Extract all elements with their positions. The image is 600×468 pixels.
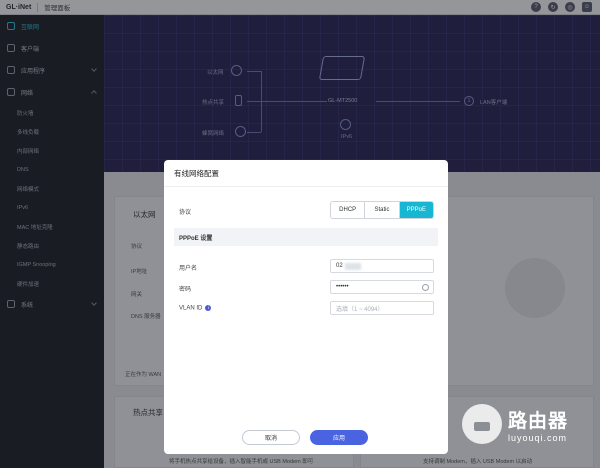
section-title: PPPoE 设置 [179, 235, 213, 242]
password-input[interactable]: •••••• [330, 280, 434, 294]
username-input[interactable]: 02 [330, 259, 434, 273]
protocol-static-button[interactable]: Static [365, 202, 400, 218]
wired-config-dialog: 有线网络配置 协议 DHCP Static PPPoE PPPoE 设置 用户名… [164, 160, 448, 454]
dialog-header: 有线网络配置 [164, 160, 448, 187]
dialog-title: 有线网络配置 [174, 168, 219, 178]
apply-button[interactable]: 应用 [310, 430, 368, 445]
password-label: 密码 [179, 287, 192, 293]
watermark-text: 路由器 luyouqi.com [508, 406, 568, 443]
watermark-url: luyouqi.com [508, 432, 568, 443]
eye-icon[interactable] [422, 284, 429, 291]
router-logo-icon [462, 404, 502, 444]
pppoe-section-header: PPPoE 设置 [174, 228, 438, 246]
username-value: 02 [336, 263, 343, 269]
protocol-pppoe-button[interactable]: PPPoE [399, 202, 433, 218]
protocol-label: 协议 [179, 210, 192, 216]
cancel-button[interactable]: 取消 [242, 430, 300, 445]
vlan-placeholder: 选填（1 ~ 4094） [336, 306, 384, 313]
watermark-title: 路由器 [508, 410, 569, 432]
password-value: •••••• [336, 284, 349, 290]
watermark: 路由器 luyouqi.com [462, 404, 568, 444]
info-icon[interactable]: i [205, 305, 212, 311]
vlan-label: VLAN ID i [179, 305, 212, 312]
protocol-selector: DHCP Static PPPoE [330, 201, 434, 219]
protocol-dhcp-button[interactable]: DHCP [331, 202, 366, 218]
redacted-blur [344, 262, 361, 270]
username-label: 用户名 [179, 266, 198, 272]
vlan-input[interactable]: 选填（1 ~ 4094） [330, 301, 434, 315]
